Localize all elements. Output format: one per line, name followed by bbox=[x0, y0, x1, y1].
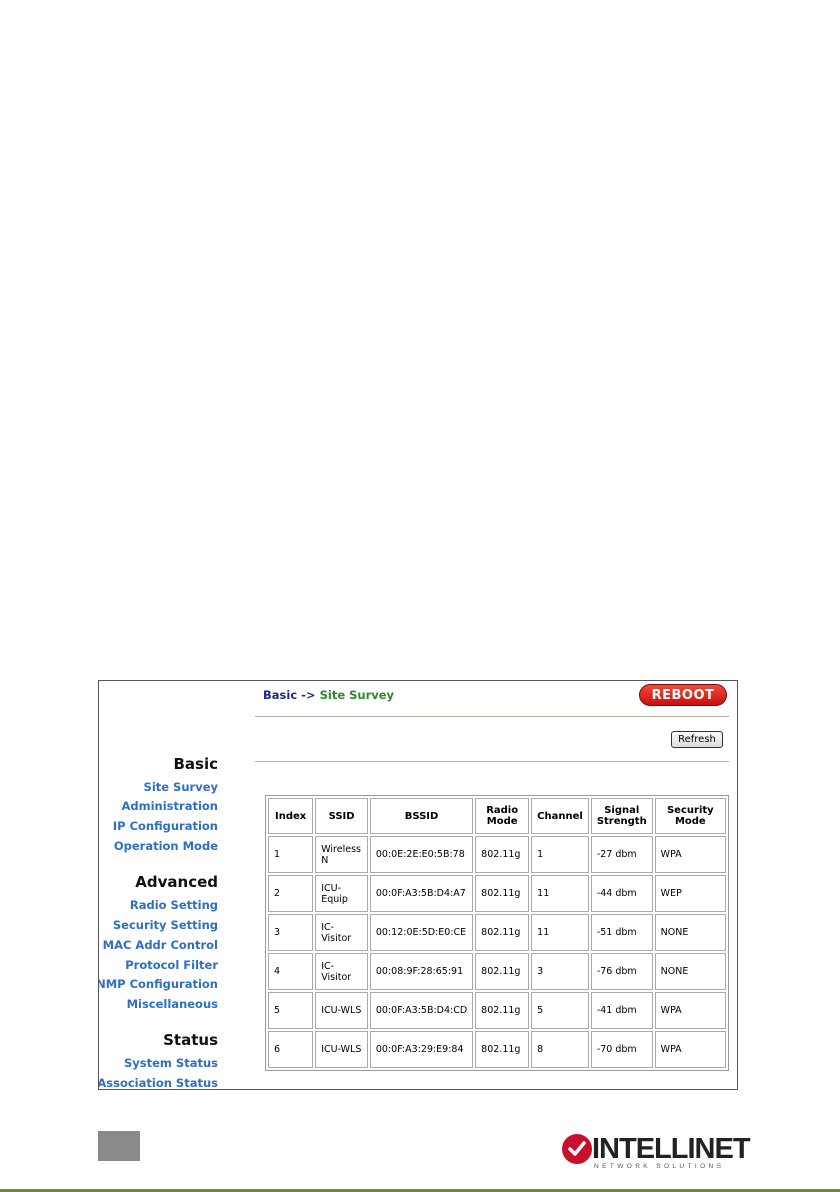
col-security-mode: Security Mode bbox=[654, 798, 726, 834]
cell-bssid: 00:12:0E:5D:E0:CE bbox=[369, 914, 474, 951]
cell-bssid: 00:0F:A3:5B:D4:CD bbox=[369, 992, 474, 1029]
refresh-button[interactable]: Refresh bbox=[671, 731, 723, 748]
col-bssid: BSSID bbox=[369, 798, 474, 834]
cell-radio-mode: 802.11g bbox=[475, 875, 530, 912]
cell-signal-strength: -51 dbm bbox=[590, 914, 653, 951]
col-index: Index bbox=[268, 798, 314, 834]
col-channel: Channel bbox=[531, 798, 589, 834]
table-row: 6 ICU-WLS 00:0F:A3:29:E9:84 802.11g 8 -7… bbox=[268, 1031, 726, 1068]
table-row: 1 Wireless N 00:0E:2E:E0:5B:78 802.11g 1… bbox=[268, 836, 726, 873]
table-header-row: Index SSID BSSID Radio Mode Channel Sign… bbox=[268, 798, 726, 834]
cell-ssid: Wireless N bbox=[315, 836, 368, 873]
main-content: Basic -> Site Survey REBOOT Refresh Inde… bbox=[255, 681, 729, 1089]
cell-radio-mode: 802.11g bbox=[475, 992, 530, 1029]
cell-index: 4 bbox=[268, 953, 314, 990]
sidebar-item-site-survey[interactable]: Site Survey bbox=[144, 780, 218, 794]
breadcrumb-page: Site Survey bbox=[319, 688, 395, 702]
router-admin-screenshot: Basic Site Survey Administration IP Conf… bbox=[98, 680, 738, 1090]
cell-channel: 11 bbox=[531, 914, 589, 951]
sidebar-item-system-status[interactable]: System Status bbox=[124, 1056, 218, 1070]
sidebar-item-administration[interactable]: Administration bbox=[122, 799, 219, 813]
sidebar-item-operation-mode[interactable]: Operation Mode bbox=[114, 839, 218, 853]
sidebar-section-advanced: Advanced bbox=[135, 873, 218, 891]
sidebar-item-mac-addr-control[interactable]: MAC Addr Control bbox=[103, 938, 218, 952]
cell-signal-strength: -44 dbm bbox=[590, 875, 653, 912]
cell-channel: 1 bbox=[531, 836, 589, 873]
cell-index: 5 bbox=[268, 992, 314, 1029]
intellinet-logo: INTELLINET NETWORK SOLUTIONS bbox=[560, 1131, 751, 1175]
sidebar: Basic Site Survey Administration IP Conf… bbox=[99, 681, 224, 1089]
cell-ssid: IC-Visitor bbox=[315, 953, 368, 990]
sidebar-section-basic: Basic bbox=[173, 755, 218, 773]
cell-bssid: 00:0E:2E:E0:5B:78 bbox=[369, 836, 474, 873]
cell-security-mode: NONE bbox=[654, 914, 726, 951]
cell-security-mode: WPA bbox=[654, 1031, 726, 1068]
cell-security-mode: NONE bbox=[654, 953, 726, 990]
cell-index: 2 bbox=[268, 875, 314, 912]
divider-bottom bbox=[255, 761, 729, 762]
cell-channel: 11 bbox=[531, 875, 589, 912]
cell-bssid: 00:0F:A3:29:E9:84 bbox=[369, 1031, 474, 1068]
cell-channel: 8 bbox=[531, 1031, 589, 1068]
cell-radio-mode: 802.11g bbox=[475, 836, 530, 873]
cell-channel: 5 bbox=[531, 992, 589, 1029]
sidebar-item-snmp-configuration[interactable]: SNMP Configuration bbox=[99, 977, 218, 991]
cell-index: 1 bbox=[268, 836, 314, 873]
sidebar-item-radio-setting[interactable]: Radio Setting bbox=[130, 898, 218, 912]
table-row: 3 IC-Visitor 00:12:0E:5D:E0:CE 802.11g 1… bbox=[268, 914, 726, 951]
col-radio-mode: Radio Mode bbox=[475, 798, 530, 834]
logo-wordmark: INTELLINET bbox=[592, 1133, 751, 1165]
sidebar-item-security-setting[interactable]: Security Setting bbox=[113, 918, 218, 932]
checkmark-icon bbox=[562, 1134, 592, 1164]
cell-security-mode: WPA bbox=[654, 992, 726, 1029]
cell-channel: 3 bbox=[531, 953, 589, 990]
breadcrumb-section[interactable]: Basic bbox=[263, 688, 297, 702]
sidebar-item-protocol-filter[interactable]: Protocol Filter bbox=[125, 958, 218, 972]
col-ssid: SSID bbox=[315, 798, 368, 834]
breadcrumb: Basic -> Site Survey bbox=[263, 688, 394, 702]
divider-top bbox=[255, 716, 729, 717]
sidebar-item-association-status[interactable]: Association Status bbox=[99, 1076, 218, 1089]
cell-bssid: 00:08:9F:28:65:91 bbox=[369, 953, 474, 990]
cell-ssid: ICU-WLS bbox=[315, 992, 368, 1029]
table-row: 2 ICU-Equip 00:0F:A3:5B:D4:A7 802.11g 11… bbox=[268, 875, 726, 912]
reboot-button[interactable]: REBOOT bbox=[639, 684, 727, 706]
cell-ssid: IC-Visitor bbox=[315, 914, 368, 951]
cell-security-mode: WPA bbox=[654, 836, 726, 873]
cell-signal-strength: -70 dbm bbox=[590, 1031, 653, 1068]
sidebar-item-ip-configuration[interactable]: IP Configuration bbox=[113, 819, 218, 833]
logo-tagline: NETWORK SOLUTIONS bbox=[594, 1163, 725, 1170]
col-signal-strength: Signal Strength bbox=[590, 798, 653, 834]
breadcrumb-arrow: -> bbox=[301, 688, 316, 702]
cell-security-mode: WEP bbox=[654, 875, 726, 912]
cell-index: 6 bbox=[268, 1031, 314, 1068]
cell-ssid: ICU-Equip bbox=[315, 875, 368, 912]
cell-signal-strength: -27 dbm bbox=[590, 836, 653, 873]
sidebar-item-miscellaneous[interactable]: Miscellaneous bbox=[127, 997, 218, 1011]
table-row: 5 ICU-WLS 00:0F:A3:5B:D4:CD 802.11g 5 -4… bbox=[268, 992, 726, 1029]
cell-ssid: ICU-WLS bbox=[315, 1031, 368, 1068]
cell-index: 3 bbox=[268, 914, 314, 951]
cell-signal-strength: -41 dbm bbox=[590, 992, 653, 1029]
page-number-box bbox=[98, 1131, 140, 1161]
cell-radio-mode: 802.11g bbox=[475, 1031, 530, 1068]
sidebar-section-status: Status bbox=[163, 1031, 218, 1049]
cell-radio-mode: 802.11g bbox=[475, 953, 530, 990]
cell-radio-mode: 802.11g bbox=[475, 914, 530, 951]
cell-signal-strength: -76 dbm bbox=[590, 953, 653, 990]
table-row: 4 IC-Visitor 00:08:9F:28:65:91 802.11g 3… bbox=[268, 953, 726, 990]
cell-bssid: 00:0F:A3:5B:D4:A7 bbox=[369, 875, 474, 912]
site-survey-table: Index SSID BSSID Radio Mode Channel Sign… bbox=[265, 795, 729, 1071]
